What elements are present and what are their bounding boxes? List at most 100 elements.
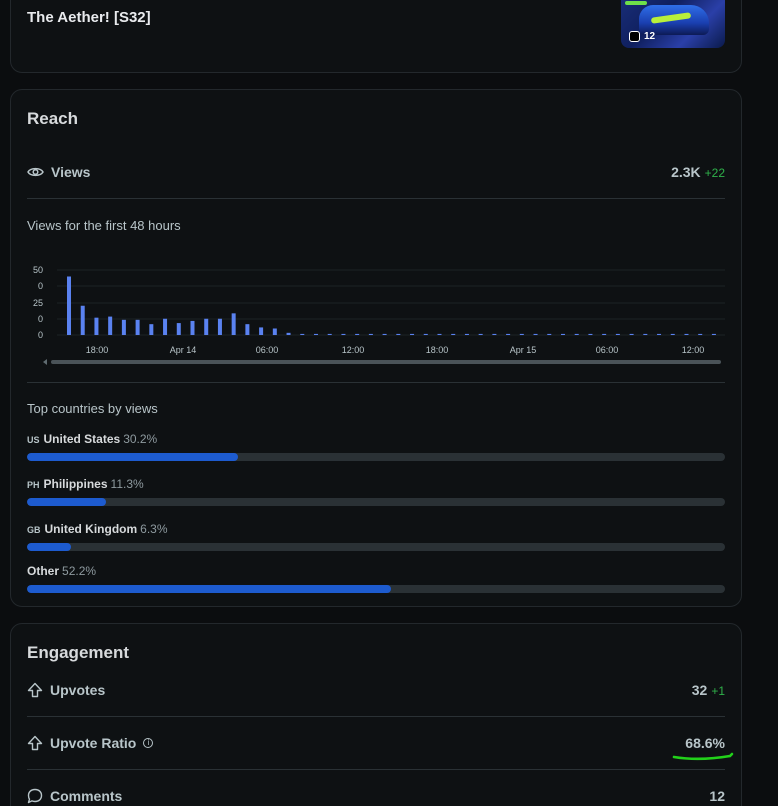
divider xyxy=(27,382,725,383)
chart-bar[interactable] xyxy=(506,333,511,335)
chart-bar[interactable] xyxy=(355,333,360,335)
upvote-icon xyxy=(27,735,43,751)
avatar xyxy=(35,0,57,5)
chart-bar[interactable] xyxy=(272,328,277,336)
views-row: Views 2.3K +22 xyxy=(27,162,725,182)
countries-title: Top countries by views xyxy=(27,401,158,416)
x-tick-label: Apr 14 xyxy=(170,345,197,355)
x-tick-label: 18:00 xyxy=(426,345,449,355)
chart-bar[interactable] xyxy=(533,333,538,335)
country-bar-fill xyxy=(27,585,392,593)
post-card: The Aether! [S32] 12 xyxy=(10,0,742,73)
chart-bar[interactable] xyxy=(368,333,373,335)
chart-bar[interactable] xyxy=(327,333,332,335)
comment-icon xyxy=(27,788,43,804)
y-tick-label: 0 xyxy=(38,330,43,340)
reach-title: Reach xyxy=(27,109,79,128)
gallery-count: 12 xyxy=(644,31,656,42)
country-bar-fill xyxy=(27,453,238,461)
chart-bar[interactable] xyxy=(108,316,113,335)
green-underline-annotation xyxy=(672,752,734,761)
chart-bar[interactable] xyxy=(396,333,401,335)
chart-bar[interactable] xyxy=(176,323,181,335)
chart-bar[interactable] xyxy=(615,333,620,335)
chart-bar[interactable] xyxy=(670,333,675,335)
country-code: PH xyxy=(27,480,40,490)
chart-bar[interactable] xyxy=(163,318,168,335)
chart-bar[interactable] xyxy=(711,333,716,335)
scroll-left-arrow[interactable] xyxy=(43,359,47,365)
gallery-badge: 12 xyxy=(629,31,655,42)
chart-bar[interactable] xyxy=(437,333,442,335)
chart-bar[interactable] xyxy=(204,318,209,335)
country-pct: 11.3% xyxy=(110,477,144,491)
chart-bar[interactable] xyxy=(492,333,497,335)
views-delta: +22 xyxy=(704,166,725,180)
chart-bar[interactable] xyxy=(286,332,291,335)
chart-bar[interactable] xyxy=(190,320,195,335)
upvotes-delta: +1 xyxy=(711,684,725,698)
chart-bar[interactable] xyxy=(698,333,703,335)
comments-label: Comments xyxy=(50,788,123,804)
x-tick-label: 18:00 xyxy=(86,345,109,355)
country-row-us: US United States 30.2% xyxy=(27,431,725,461)
chart-bar[interactable] xyxy=(121,319,126,335)
chart-bar[interactable] xyxy=(341,333,346,335)
chart-bar[interactable] xyxy=(135,319,140,335)
reach-card: Reach Views 2.3K +22 Views for the first … xyxy=(10,89,742,607)
chart-bar[interactable] xyxy=(410,333,415,335)
chart-bar[interactable] xyxy=(423,333,428,335)
chart-bar[interactable] xyxy=(245,324,250,335)
chart-bar[interactable] xyxy=(464,333,469,335)
chart-bar[interactable] xyxy=(629,333,634,335)
chart-bar[interactable] xyxy=(259,327,264,335)
chart-bar[interactable] xyxy=(560,333,565,335)
chart-bar[interactable] xyxy=(231,313,236,335)
post-title[interactable]: The Aether! [S32] xyxy=(27,9,151,26)
chart-bar[interactable] xyxy=(519,333,524,335)
upvote-ratio-label: Upvote Ratio xyxy=(50,735,137,751)
chart-bar[interactable] xyxy=(149,324,154,335)
chart-scrollbar[interactable] xyxy=(51,360,721,364)
upvote-ratio-row: Upvote Ratio i 68.6% xyxy=(27,733,725,753)
divider xyxy=(27,769,725,770)
chart-bar[interactable] xyxy=(67,276,71,336)
thumbnail-art xyxy=(625,1,647,5)
chart-bar[interactable] xyxy=(451,333,456,335)
x-tick-label: 12:00 xyxy=(682,345,705,355)
chart-bar[interactable] xyxy=(588,333,593,335)
info-icon[interactable]: i xyxy=(143,738,154,748)
chart-bar[interactable] xyxy=(684,333,689,335)
upvote-icon xyxy=(27,682,43,698)
chart-bar[interactable] xyxy=(657,333,662,335)
chart-bar[interactable] xyxy=(382,333,387,335)
views-label: Views xyxy=(51,164,91,180)
country-name: United Kingdom xyxy=(44,522,138,536)
country-bar-track xyxy=(27,498,725,506)
chart-bar[interactable] xyxy=(574,333,579,335)
chart-bar[interactable] xyxy=(80,305,85,335)
country-bar-fill xyxy=(27,498,106,506)
chart-bar[interactable] xyxy=(478,333,483,335)
country-pct: 6.3% xyxy=(140,522,168,536)
country-name: United States xyxy=(43,432,121,446)
views-value-group: 2.3K +22 xyxy=(671,164,725,180)
chart-bar[interactable] xyxy=(643,333,648,335)
country-pct: 30.2% xyxy=(123,432,158,446)
upvote-ratio-value: 68.6% xyxy=(685,735,725,751)
chart-bar[interactable] xyxy=(217,318,222,335)
chart-bar[interactable] xyxy=(300,333,305,335)
country-bar-track xyxy=(27,543,725,551)
country-bar-fill xyxy=(27,543,71,551)
views-chart[interactable]: 50 0 25 0 0 18:00 Apr 14 06:00 12:00 18:00 Apr 15 0… xyxy=(27,262,727,372)
chart-bar[interactable] xyxy=(94,317,99,335)
views-value: 2.3K xyxy=(671,164,701,180)
post-thumbnail[interactable]: 12 xyxy=(621,0,725,48)
chart-title: Views for the first 48 hours xyxy=(27,218,181,233)
chart-bar[interactable] xyxy=(602,333,607,335)
country-code: US xyxy=(27,435,40,445)
upvotes-row: Upvotes 32 +1 xyxy=(27,680,725,700)
chart-bar[interactable] xyxy=(313,333,318,335)
chart-bar[interactable] xyxy=(547,333,552,335)
country-bar-track xyxy=(27,453,725,461)
